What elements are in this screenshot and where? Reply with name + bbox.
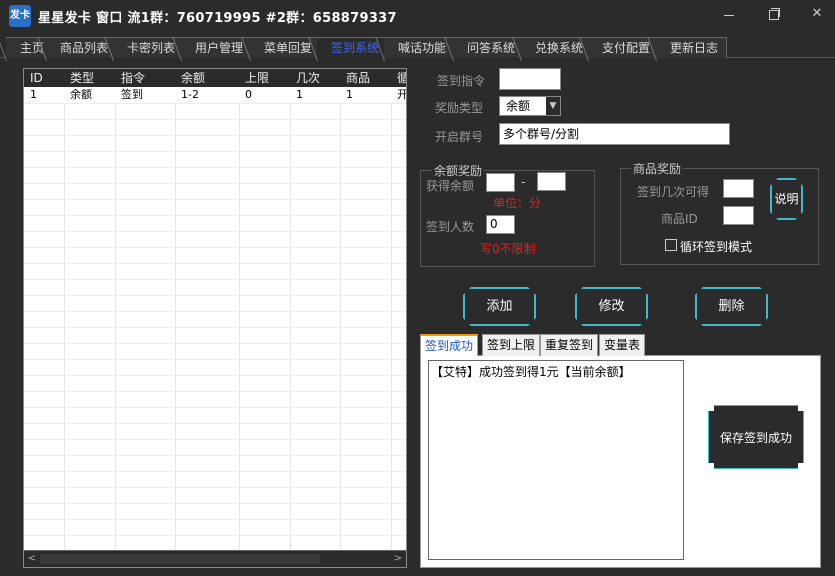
save-signin-success-button[interactable]: 保存签到成功 — [708, 405, 804, 469]
edit-button[interactable]: 修改 — [575, 287, 648, 326]
group-input[interactable]: 多个群号/分割 — [499, 123, 730, 145]
loop-checkbox[interactable] — [665, 239, 677, 251]
corner-mark — [798, 405, 804, 411]
signin-cmd-label: 签到指令 — [437, 74, 486, 88]
signin-count-label: 签到人数 — [426, 220, 475, 234]
corner-mark — [708, 463, 714, 469]
product-id-input[interactable] — [723, 206, 754, 225]
signin-cmd-input[interactable] — [499, 68, 561, 90]
tab-users[interactable]: 用户管理 — [181, 37, 253, 58]
cell-command: 签到 — [121, 88, 143, 101]
chevron-down-icon: ▼ — [546, 97, 560, 115]
loop-label: 循环签到模式 — [680, 240, 753, 254]
close-icon[interactable]: ✕ — [805, 4, 829, 24]
product-reward-title: 商品奖励 — [631, 160, 684, 177]
cell-product: 1 — [346, 88, 353, 101]
subtab-variables[interactable]: 变量表 — [599, 334, 646, 356]
horizontal-scrollbar[interactable]: < > — [24, 550, 406, 567]
help-button[interactable]: 说明 — [770, 178, 803, 220]
subtab-signin-success[interactable]: 签到成功 — [420, 334, 479, 356]
cell-type: 余额 — [70, 88, 92, 101]
restore-icon[interactable] — [761, 4, 785, 24]
col-id[interactable]: ID — [24, 69, 69, 87]
times-label: 签到几次可得 — [637, 185, 710, 199]
cell-id: 1 — [30, 88, 37, 101]
col-limit[interactable]: 上限 — [239, 69, 291, 87]
scroll-left-icon[interactable]: < — [25, 553, 39, 565]
corner-mark — [798, 463, 804, 469]
signin-count-input[interactable]: 0 — [486, 215, 515, 234]
window-title: 星星发卡 窗口 流1群：760719995 #2群：658879337 — [38, 11, 397, 26]
subtab-signin-limit[interactable]: 签到上限 — [482, 334, 541, 356]
main-tabs: 主页 商品列表 卡密列表 用户管理 菜单回复 签到系统 喊话功能 问答系统 兑换… — [0, 34, 835, 58]
message-textarea[interactable]: 【艾特】成功签到得1元【当前余额】 — [428, 360, 684, 560]
reward-type-select[interactable]: 余额 ▼ — [499, 96, 561, 116]
range-dash: - — [521, 175, 526, 189]
corner-mark — [708, 405, 714, 411]
col-command[interactable]: 指令 — [115, 69, 175, 87]
get-balance-label: 获得余额 — [426, 179, 475, 193]
tab-broadcast[interactable]: 喊话功能 — [384, 37, 456, 58]
product-id-label: 商品ID — [661, 212, 698, 226]
table-grid — [24, 103, 406, 551]
title-bar: 发卡 星星发卡 窗口 流1群：760719995 #2群：658879337 ✕ — [0, 0, 835, 32]
signin-table[interactable]: ID 类型 指令 余额 上限 几次 商品 循 1 余额 签到 1-2 0 1 1… — [23, 68, 407, 568]
times-input[interactable] — [723, 179, 754, 198]
delete-button[interactable]: 删除 — [695, 287, 768, 326]
col-balance[interactable]: 余额 — [175, 69, 240, 87]
col-loop[interactable]: 循 — [391, 69, 406, 87]
scrollbar-thumb[interactable] — [40, 554, 320, 564]
scroll-right-icon[interactable]: > — [391, 553, 405, 565]
add-button[interactable]: 添加 — [463, 287, 536, 326]
app-logo-icon: 发卡 — [9, 5, 31, 27]
subtab-repeat-signin[interactable]: 重复签到 — [540, 334, 599, 356]
balance-min-input[interactable] — [486, 173, 515, 192]
zero-note: 写0不限制 — [480, 242, 536, 256]
table-header: ID 类型 指令 余额 上限 几次 商品 循 — [24, 69, 406, 87]
cell-limit: 0 — [245, 88, 252, 101]
cell-balance: 1-2 — [181, 88, 199, 101]
table-row[interactable]: 1 余额 签到 1-2 0 1 1 开 — [24, 87, 406, 103]
unit-note: 单位：分 — [493, 196, 542, 210]
col-times[interactable]: 几次 — [290, 69, 340, 87]
group-label: 开启群号 — [435, 130, 484, 144]
tab-changelog[interactable]: 更新日志 — [656, 37, 728, 58]
cell-times: 1 — [296, 88, 303, 101]
col-product[interactable]: 商品 — [340, 69, 392, 87]
minimize-icon[interactable] — [717, 4, 741, 24]
balance-max-input[interactable] — [537, 172, 566, 191]
save-button-label: 保存签到成功 — [719, 431, 792, 445]
col-type[interactable]: 类型 — [64, 69, 116, 87]
reward-type-label: 奖励类型 — [435, 101, 484, 115]
reward-type-value: 余额 — [506, 99, 531, 113]
cell-loop: 开 — [397, 88, 407, 101]
